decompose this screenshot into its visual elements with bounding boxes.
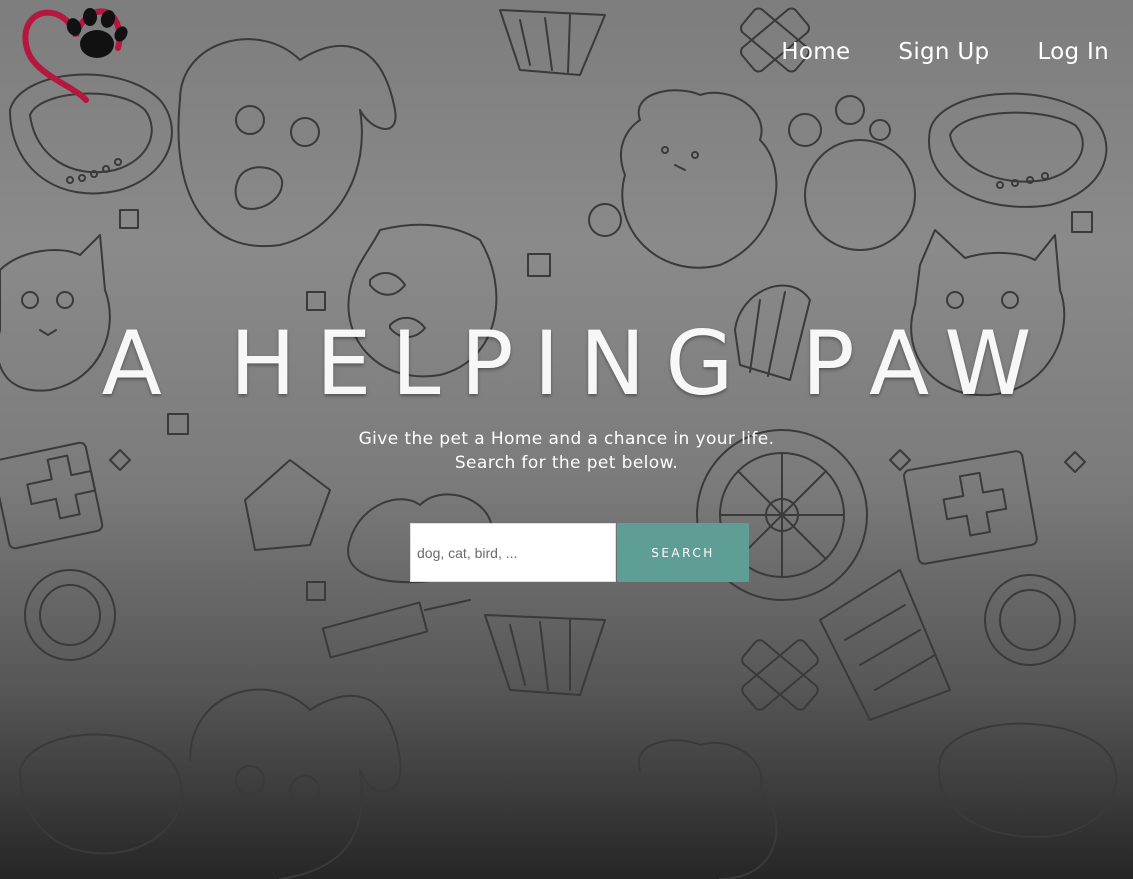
bandage-doodle-bottom [741, 639, 819, 711]
ramp-doodle [819, 569, 951, 721]
heart-paw-logo-icon[interactable] [22, 4, 130, 106]
cupcake-doodle-middle [484, 614, 606, 696]
bubble-doodles [588, 95, 916, 251]
nav-home-link[interactable]: Home [781, 39, 850, 65]
collar-doodle-bottom [19, 722, 1118, 855]
hamster-doodle-bottom [637, 739, 778, 879]
dog-face-doodle-bottom [189, 688, 402, 879]
syringe-doodle [321, 599, 471, 659]
main-navigation: Home Sign Up Log In [733, 36, 1109, 68]
pet-search-form: SEARCH [410, 523, 749, 582]
cupcake-doodle [499, 9, 606, 76]
pet-search-input[interactable] [410, 523, 616, 582]
tagline-line-1: Give the pet a Home and a chance in your… [358, 429, 775, 449]
tagline-line-2: Search for the pet below. [454, 453, 679, 473]
hero-tagline: Give the pet a Home and a chance in your… [0, 427, 1133, 475]
dog-face-doodle [177, 38, 397, 248]
collar-doodle-right [927, 92, 1108, 208]
search-button[interactable]: SEARCH [617, 523, 749, 582]
hero-title: A HELPING PAW [101, 312, 1052, 415]
hero-section: Home Sign Up Log In A HELPING PAW Give t… [0, 0, 1133, 879]
nav-signup-link[interactable]: Sign Up [898, 39, 989, 65]
nav-login-link[interactable]: Log In [1037, 39, 1109, 65]
hamster-doodle [620, 89, 778, 269]
